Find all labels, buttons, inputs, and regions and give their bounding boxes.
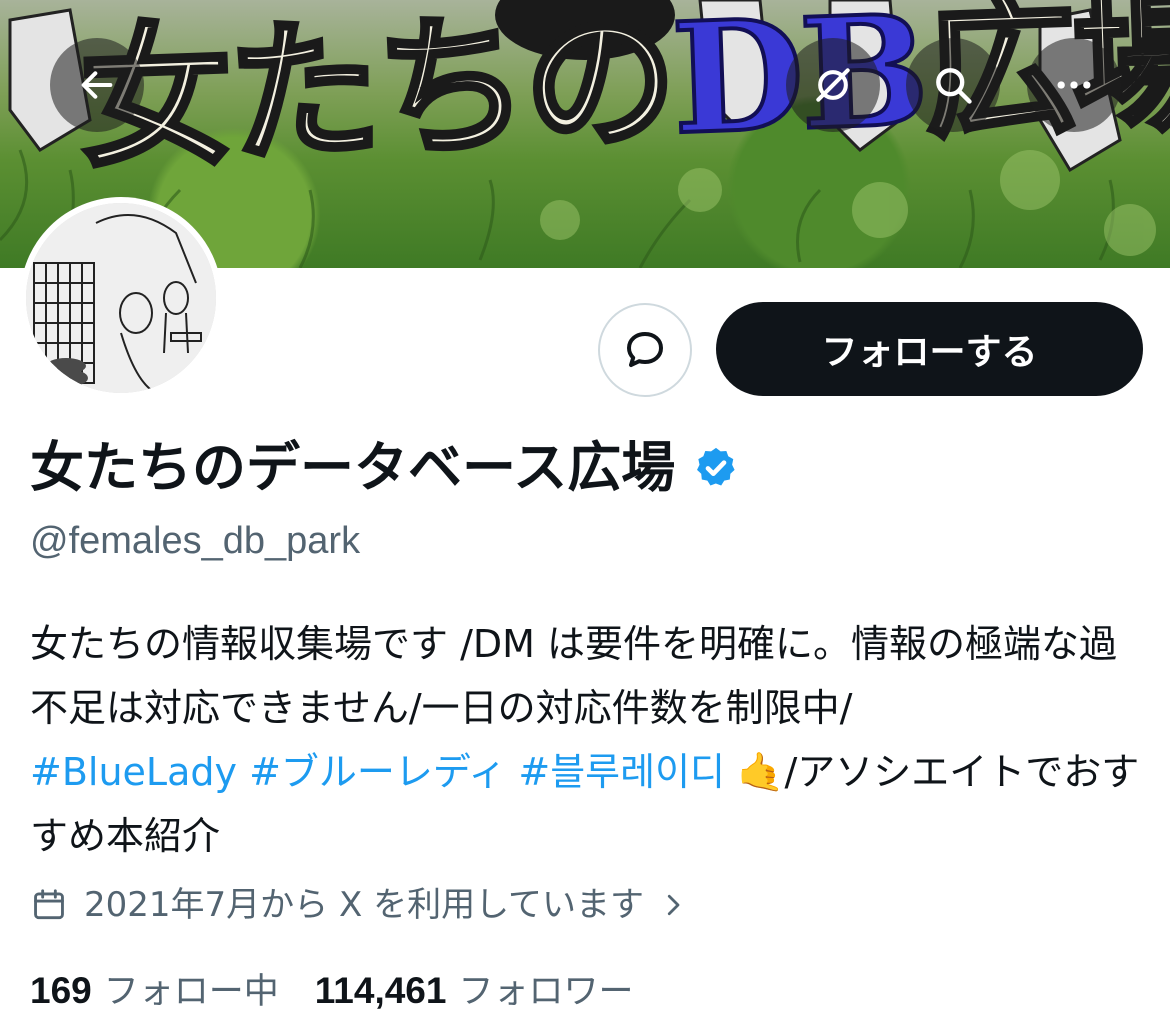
bio-text: 女たちの情報収集場です /DM は要件を明確に。情報の極端な過不足は対応できませ… [30, 622, 1118, 730]
more-button[interactable] [1027, 38, 1121, 132]
more-horizontal-icon [1057, 81, 1091, 89]
following-count: 169 [30, 970, 92, 1011]
follow-stats: 169 フォロー中 114,461 フォロワー [30, 964, 633, 1019]
following-link[interactable]: 169 フォロー中 [30, 964, 279, 1019]
banner-title: 女たちのDB広場 [75, 0, 1170, 191]
following-label: フォロー中 [103, 972, 279, 1012]
message-bubble-icon [627, 332, 663, 367]
arrow-left-icon [81, 71, 113, 99]
followers-label: フォロワー [458, 972, 634, 1012]
hide-button[interactable] [786, 38, 880, 132]
display-name: 女たちのデータベース広場 [30, 436, 676, 499]
message-button[interactable] [598, 303, 692, 397]
profile-handle: @females_db_park [30, 520, 361, 562]
followers-count: 114,461 [314, 970, 447, 1011]
chevron-right-icon [667, 894, 680, 916]
search-icon [936, 68, 972, 104]
calendar-icon [34, 889, 64, 920]
joined-date[interactable]: 2021年7月から X を利用しています [30, 880, 688, 930]
followers-link[interactable]: 114,461 フォロワー [315, 964, 634, 1019]
hashtag-link[interactable]: #BlueLady [30, 750, 237, 794]
verified-badge-icon[interactable] [693, 445, 739, 491]
hashtag-link[interactable]: #블루레이디 [518, 750, 725, 794]
avatar[interactable] [20, 197, 222, 399]
eye-off-icon [816, 68, 850, 102]
display-name-row: 女たちのデータベース広場 [30, 434, 739, 502]
search-button[interactable] [906, 38, 1000, 132]
back-button[interactable] [50, 38, 144, 132]
follow-button[interactable]: フォローする [716, 302, 1143, 396]
call-me-hand-emoji: 🤙 [737, 750, 785, 794]
avatar-image [26, 203, 216, 393]
profile-bio: 女たちの情報収集場です /DM は要件を明確に。情報の極端な過不足は対応できませ… [30, 612, 1140, 868]
joined-text: 2021年7月から X を利用しています [84, 885, 645, 925]
hashtag-link[interactable]: #ブルーレディ [249, 750, 506, 794]
